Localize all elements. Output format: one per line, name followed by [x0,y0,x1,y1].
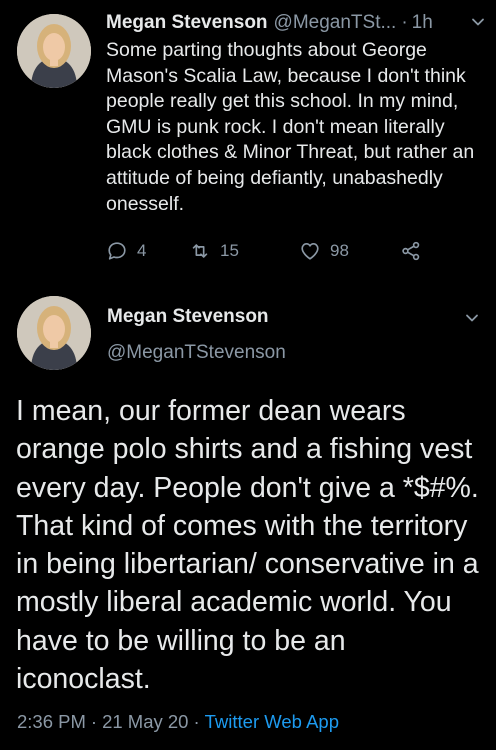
tweet-time[interactable]: 1h [412,12,433,34]
chevron-down-icon[interactable] [470,14,486,30]
retweet-icon [192,244,208,258]
avatar-photo [17,14,91,88]
source-app-link[interactable]: Twitter Web App [205,711,339,733]
retweet-button[interactable]: 15 [189,240,239,262]
author-handle[interactable]: @MeganTSt... [274,12,397,34]
separator-dot: · [90,711,98,732]
reply-button[interactable]: 4 [106,240,146,262]
tweet-meta: 2:36 PM · 21 May 20 · Twitter Web App [17,711,339,733]
retweet-count: 15 [220,241,239,260]
tweet-text: I mean, our former dean wears orange pol… [16,395,479,696]
tweet-text: Some parting thoughts about George Mason… [106,39,475,215]
reply-icon [108,242,126,260]
share-icon [402,241,420,261]
author-name[interactable]: Megan Stevenson [107,306,269,328]
chevron-down-icon[interactable] [464,310,480,326]
like-button[interactable]: 98 [299,240,349,262]
author-avatar[interactable] [17,296,91,370]
avatar-photo [17,296,91,370]
author-handle[interactable]: @MeganTStevenson [107,342,286,364]
tweet-time[interactable]: 2:36 PM [17,711,86,733]
reply-count: 4 [137,241,147,260]
tweet-date[interactable]: 21 May 20 [102,711,188,733]
separator-dot: · [193,711,200,732]
tweet-actions: 4 15 98 [106,240,436,264]
author-avatar[interactable] [17,14,91,88]
tweet-header: Megan Stevenson @MeganTSt... · 1h [106,12,486,34]
author-name[interactable]: Megan Stevenson [106,12,268,34]
share-button[interactable] [400,240,431,262]
separator-dot: · [401,12,408,33]
like-icon [301,243,319,260]
like-count: 98 [330,241,349,260]
